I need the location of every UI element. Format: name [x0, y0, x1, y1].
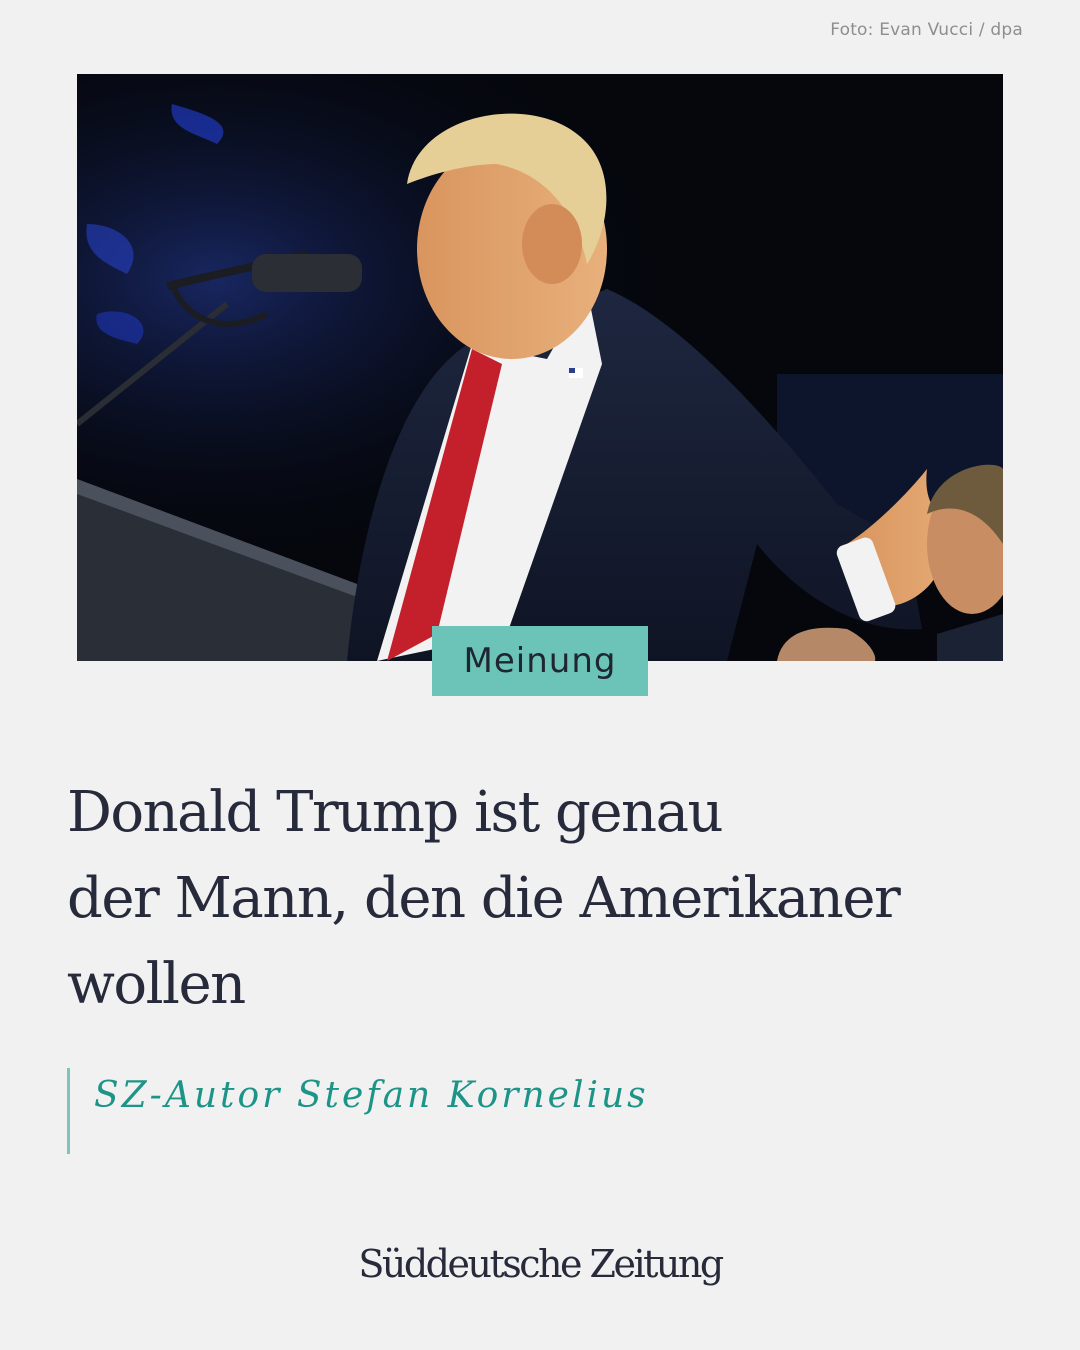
speaker-illustration	[77, 74, 1003, 661]
brand-logo: Süddeutsche Zeitung	[358, 1242, 724, 1286]
headline-line: Donald Trump ist genau	[67, 780, 724, 845]
photo-credit: Foto: Evan Vucci / dpa	[830, 20, 1023, 40]
author-line: SZ-Autor Stefan Kornelius	[94, 1075, 649, 1116]
author-block: SZ-Autor Stefan Kornelius	[67, 1068, 649, 1154]
headline-line: der Mann, den die Amerikaner	[67, 866, 901, 931]
headline-line: wollen	[67, 952, 246, 1017]
category-tag: Meinung	[432, 626, 648, 696]
hero-photo	[77, 74, 1003, 661]
headline: Donald Trump ist genau der Mann, den die…	[67, 770, 1007, 1028]
